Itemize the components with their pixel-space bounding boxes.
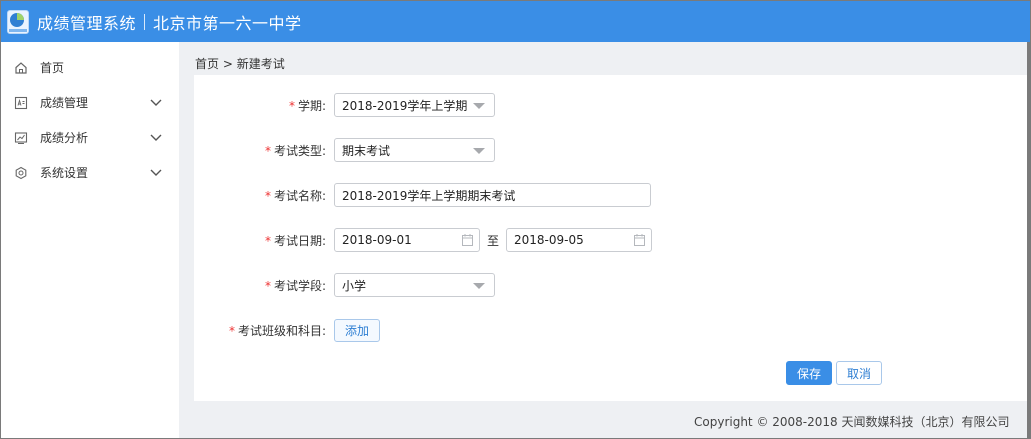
top-header: 成绩管理系统 北京市第一六一中学: [1, 1, 1030, 42]
exam-type-label: * 考试类型:: [264, 143, 326, 158]
breadcrumb-home[interactable]: 首页: [195, 57, 219, 71]
breadcrumb-separator: >: [222, 57, 233, 71]
class-subject-row: * 考试班级和科目: 添加: [194, 318, 380, 342]
cancel-button[interactable]: 取消: [836, 361, 882, 385]
exam-type-value: 期末考试: [342, 143, 391, 158]
class-subject-label: * 考试班级和科目:: [228, 323, 326, 338]
app-window: 成绩管理系统 北京市第一六一中学 首页 成绩管理 成绩分析 系统设置 首页 > …: [0, 0, 1031, 439]
sidebar-item-label: 成绩管理: [40, 96, 89, 110]
sidebar-item-grade-management[interactable]: 成绩管理: [1, 85, 179, 120]
chevron-down-icon[interactable]: [149, 167, 163, 177]
dropdown-arrow-icon: [473, 103, 485, 109]
calendar-icon[interactable]: [462, 234, 473, 246]
exam-level-row: * 考试学段: 小学: [194, 273, 495, 297]
required-mark: *: [264, 278, 271, 293]
sidebar-item-system-settings[interactable]: 系统设置: [1, 155, 179, 190]
required-mark: *: [264, 143, 271, 158]
end-date-input[interactable]: 2018-09-05: [506, 228, 653, 252]
app-title: 成绩管理系统: [37, 13, 137, 33]
breadcrumb-current: 新建考试: [236, 57, 285, 71]
breadcrumb: 首页 > 新建考试: [195, 55, 285, 72]
brand-title: 成绩管理系统 北京市第一六一中学: [37, 10, 302, 34]
chart-icon: [14, 131, 28, 145]
school-name: 北京市第一六一中学: [153, 13, 302, 33]
chevron-down-icon[interactable]: [149, 132, 163, 142]
semester-select[interactable]: 2018-2019学年上学期: [334, 93, 495, 117]
sidebar-item-label: 系统设置: [40, 166, 89, 180]
required-mark: *: [264, 188, 271, 203]
start-date-value: 2018-09-01: [342, 233, 412, 247]
grade-doc-icon: [14, 96, 28, 110]
exam-type-row: * 考试类型: 期末考试: [194, 138, 495, 162]
sidebar-item-grade-analysis[interactable]: 成绩分析: [1, 120, 179, 155]
exam-level-label: * 考试学段:: [264, 278, 326, 293]
sidebar: 首页 成绩管理 成绩分析 系统设置: [1, 42, 179, 438]
main-content: 首页 > 新建考试 * 学期: 2018-2019学年上学期 * 考试类型: 期末考…: [179, 42, 1030, 438]
home-icon: [14, 61, 28, 75]
date-range-separator: 至: [487, 233, 500, 248]
exam-name-label: * 考试名称:: [264, 188, 326, 203]
dropdown-arrow-icon: [473, 283, 485, 289]
copyright-footer: Copyright © 2008-2018 天闻数媒科技（北京）有限公司: [694, 415, 1010, 429]
sidebar-item-label: 成绩分析: [40, 131, 89, 145]
semester-row: * 学期: 2018-2019学年上学期: [194, 93, 495, 117]
semester-label: * 学期:: [288, 98, 326, 113]
exam-date-label: * 考试日期:: [264, 233, 326, 248]
exam-date-row: * 考试日期: 2018-09-01 至 2018-09-05: [194, 228, 653, 252]
required-mark: *: [288, 98, 295, 113]
exam-level-select[interactable]: 小学: [334, 273, 495, 297]
exam-form-panel: * 学期: 2018-2019学年上学期 * 考试类型: 期末考试 * 考试名称: 2…: [194, 75, 1030, 401]
exam-level-value: 小学: [342, 278, 367, 293]
add-class-subject-button[interactable]: 添加: [334, 318, 380, 342]
exam-name-row: * 考试名称: 2018-2019学年上学期期末考试: [194, 183, 651, 207]
end-date-value: 2018-09-05: [514, 233, 584, 247]
app-logo-icon: [7, 9, 29, 34]
start-date-input[interactable]: 2018-09-01: [334, 228, 480, 252]
exam-type-select[interactable]: 期末考试: [334, 138, 495, 162]
dropdown-arrow-icon: [473, 148, 485, 154]
sidebar-item-home[interactable]: 首页: [1, 50, 179, 85]
sidebar-item-label: 首页: [40, 61, 65, 75]
exam-name-value: 2018-2019学年上学期期末考试: [342, 188, 516, 203]
gear-icon: [14, 166, 28, 180]
semester-value: 2018-2019学年上学期: [342, 98, 468, 113]
exam-name-input[interactable]: 2018-2019学年上学期期末考试: [334, 183, 651, 207]
save-button[interactable]: 保存: [786, 361, 832, 385]
title-divider: [144, 13, 146, 30]
chevron-down-icon[interactable]: [149, 97, 163, 107]
required-mark: *: [264, 233, 271, 248]
calendar-icon[interactable]: [634, 234, 646, 246]
window-right-edge: [1027, 42, 1030, 438]
required-mark: *: [228, 323, 235, 338]
